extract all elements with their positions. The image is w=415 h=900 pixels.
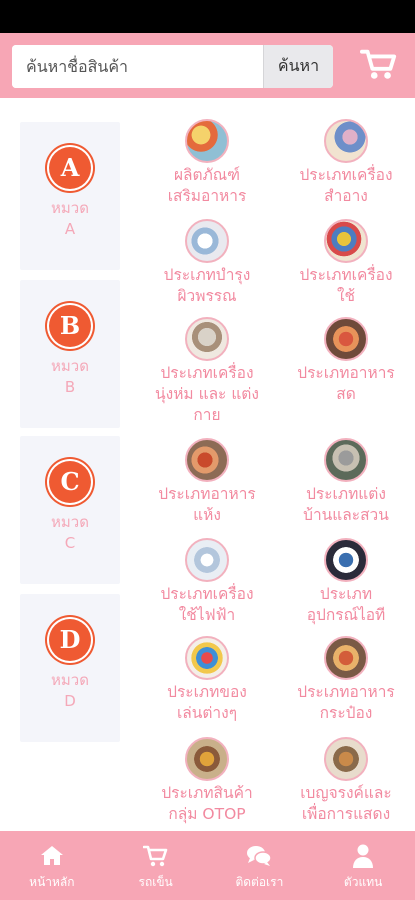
bottom-nav: หน้าหลัก รถเข็น ติดต่อเรา ตัวแทน: [0, 831, 415, 900]
category-letter: D: [59, 625, 81, 654]
category-d[interactable]: D หมวด D: [20, 594, 120, 742]
cart-icon[interactable]: [360, 46, 398, 84]
product-name-line: ประเภทสินค้า: [161, 784, 253, 802]
product-item[interactable]: ประเภทบำรุงผิวพรรณ: [140, 219, 274, 307]
product-name-line: แห้ง: [193, 506, 221, 524]
product-image: [185, 636, 229, 680]
product-image: [324, 636, 368, 680]
product-name-line: ประเภทแต่ง: [306, 485, 386, 503]
product-name-line: เพื่อการแสดง: [301, 805, 391, 823]
product-name-line: ประเภทเครื่อง: [299, 166, 393, 184]
product-name-line: ประเภทอาหาร: [158, 485, 256, 503]
nav-cart[interactable]: รถเข็น: [104, 831, 208, 900]
product-name-line: ประเภท: [319, 585, 373, 603]
product-name-line: ใช้: [336, 287, 356, 305]
search-button[interactable]: ค้นหา: [263, 45, 333, 88]
product-name-line: สด: [336, 385, 356, 403]
product-image: [185, 119, 229, 163]
product-name-line: เล่นต่างๆ: [176, 704, 238, 722]
product-image: [185, 438, 229, 482]
category-letter: A: [60, 153, 80, 182]
category-badge: D: [49, 619, 91, 661]
product-image: [324, 119, 368, 163]
product-item[interactable]: ประเภทของเล่นต่างๆ: [140, 636, 274, 724]
product-name-line: ใช้ไฟฟ้า: [178, 606, 236, 624]
category-badge: A: [49, 147, 91, 189]
product-item[interactable]: ประเภทอาหารกระป๋อง: [279, 636, 413, 724]
product-item[interactable]: ประเภทเครื่องนุ่งห่ม และ แต่งกาย: [140, 317, 274, 426]
product-name-line: ผิวพรรณ: [177, 287, 237, 305]
product-name-line: ประเภทเครื่อง: [160, 585, 254, 603]
product-item[interactable]: ประเภทเครื่องใช้: [279, 219, 413, 307]
product-image: [324, 538, 368, 582]
product-name-line: ประเภทเครื่อง: [160, 364, 254, 382]
product-name-line: ประเภทอาหาร: [297, 683, 395, 701]
nav-cart-label: รถเข็น: [138, 875, 173, 889]
category-code: B: [64, 378, 76, 396]
product-image: [324, 737, 368, 781]
nav-home-label: หน้าหลัก: [29, 875, 75, 889]
product-name-line: ผลิตภัณฑ์: [173, 166, 241, 184]
category-label: หมวด: [51, 199, 89, 217]
product-name-line: บ้านและสวน: [303, 506, 389, 524]
status-bar: [0, 0, 415, 33]
product-item[interactable]: เบญจรงค์และเพื่อการแสดง: [279, 737, 413, 825]
product-name-line: สำอาง: [324, 187, 368, 205]
home-icon: [40, 846, 63, 865]
product-item[interactable]: ประเภทอาหารสด: [279, 317, 413, 405]
category-b[interactable]: B หมวด B: [20, 280, 120, 428]
product-name-line: ประเภทอาหาร: [297, 364, 395, 382]
product-name-line: นุ่งห่ม และ แต่ง: [155, 385, 259, 403]
product-name-line: กลุ่ม OTOP: [168, 805, 246, 823]
category-c[interactable]: C หมวด C: [20, 436, 120, 584]
chat-icon: [247, 846, 273, 866]
product-name-line: ประเภทของ: [167, 683, 247, 701]
category-letter: B: [59, 311, 81, 340]
cart-icon: [142, 845, 167, 867]
product-image: [185, 737, 229, 781]
product-name-line: เสริมอาหาร: [167, 187, 247, 205]
product-image: [185, 538, 229, 582]
user-icon: [353, 844, 374, 868]
product-item[interactable]: ประเภทอาหารแห้ง: [140, 438, 274, 526]
category-code: D: [64, 692, 76, 710]
search-input[interactable]: [12, 45, 263, 88]
category-badge: B: [49, 305, 91, 347]
product-name-line: ประเภทเครื่อง: [299, 266, 393, 284]
category-a[interactable]: A หมวด A: [20, 122, 120, 270]
category-label: หมวด: [51, 357, 89, 375]
product-item[interactable]: ประเภทสินค้ากลุ่ม OTOP: [140, 737, 274, 825]
product-image: [324, 317, 368, 361]
category-code: C: [64, 534, 76, 552]
product-name-line: กาย: [193, 406, 221, 424]
product-name-line: เบญจรงค์และ: [300, 784, 392, 802]
product-item[interactable]: ประเภทเครื่องใช้ไฟฟ้า: [140, 538, 274, 626]
category-label: หมวด: [51, 513, 89, 531]
product-image: [185, 317, 229, 361]
nav-contact[interactable]: ติดต่อเรา: [208, 831, 312, 900]
category-letter: C: [60, 467, 80, 496]
search-bar: ค้นหา: [12, 45, 333, 88]
nav-home[interactable]: หน้าหลัก: [0, 831, 104, 900]
product-image: [324, 438, 368, 482]
nav-agent-label: ตัวแทน: [343, 875, 383, 889]
category-label: หมวด: [51, 671, 89, 689]
nav-agent[interactable]: ตัวแทน: [311, 831, 415, 900]
product-item[interactable]: ประเภทแต่งบ้านและสวน: [279, 438, 413, 526]
product-name-line: ประเภทบำรุง: [163, 266, 251, 284]
product-name-line: อุปกรณ์ไอที: [306, 606, 386, 624]
product-image: [324, 219, 368, 263]
category-badge: C: [49, 461, 91, 503]
product-item[interactable]: ประเภทอุปกรณ์ไอที: [279, 538, 413, 626]
product-item[interactable]: ผลิตภัณฑ์เสริมอาหาร: [140, 119, 274, 207]
product-name-line: กระป๋อง: [319, 704, 373, 722]
product-image: [185, 219, 229, 263]
nav-contact-label: ติดต่อเรา: [235, 875, 284, 889]
product-item[interactable]: ประเภทเครื่องสำอาง: [279, 119, 413, 207]
category-code: A: [64, 220, 76, 238]
